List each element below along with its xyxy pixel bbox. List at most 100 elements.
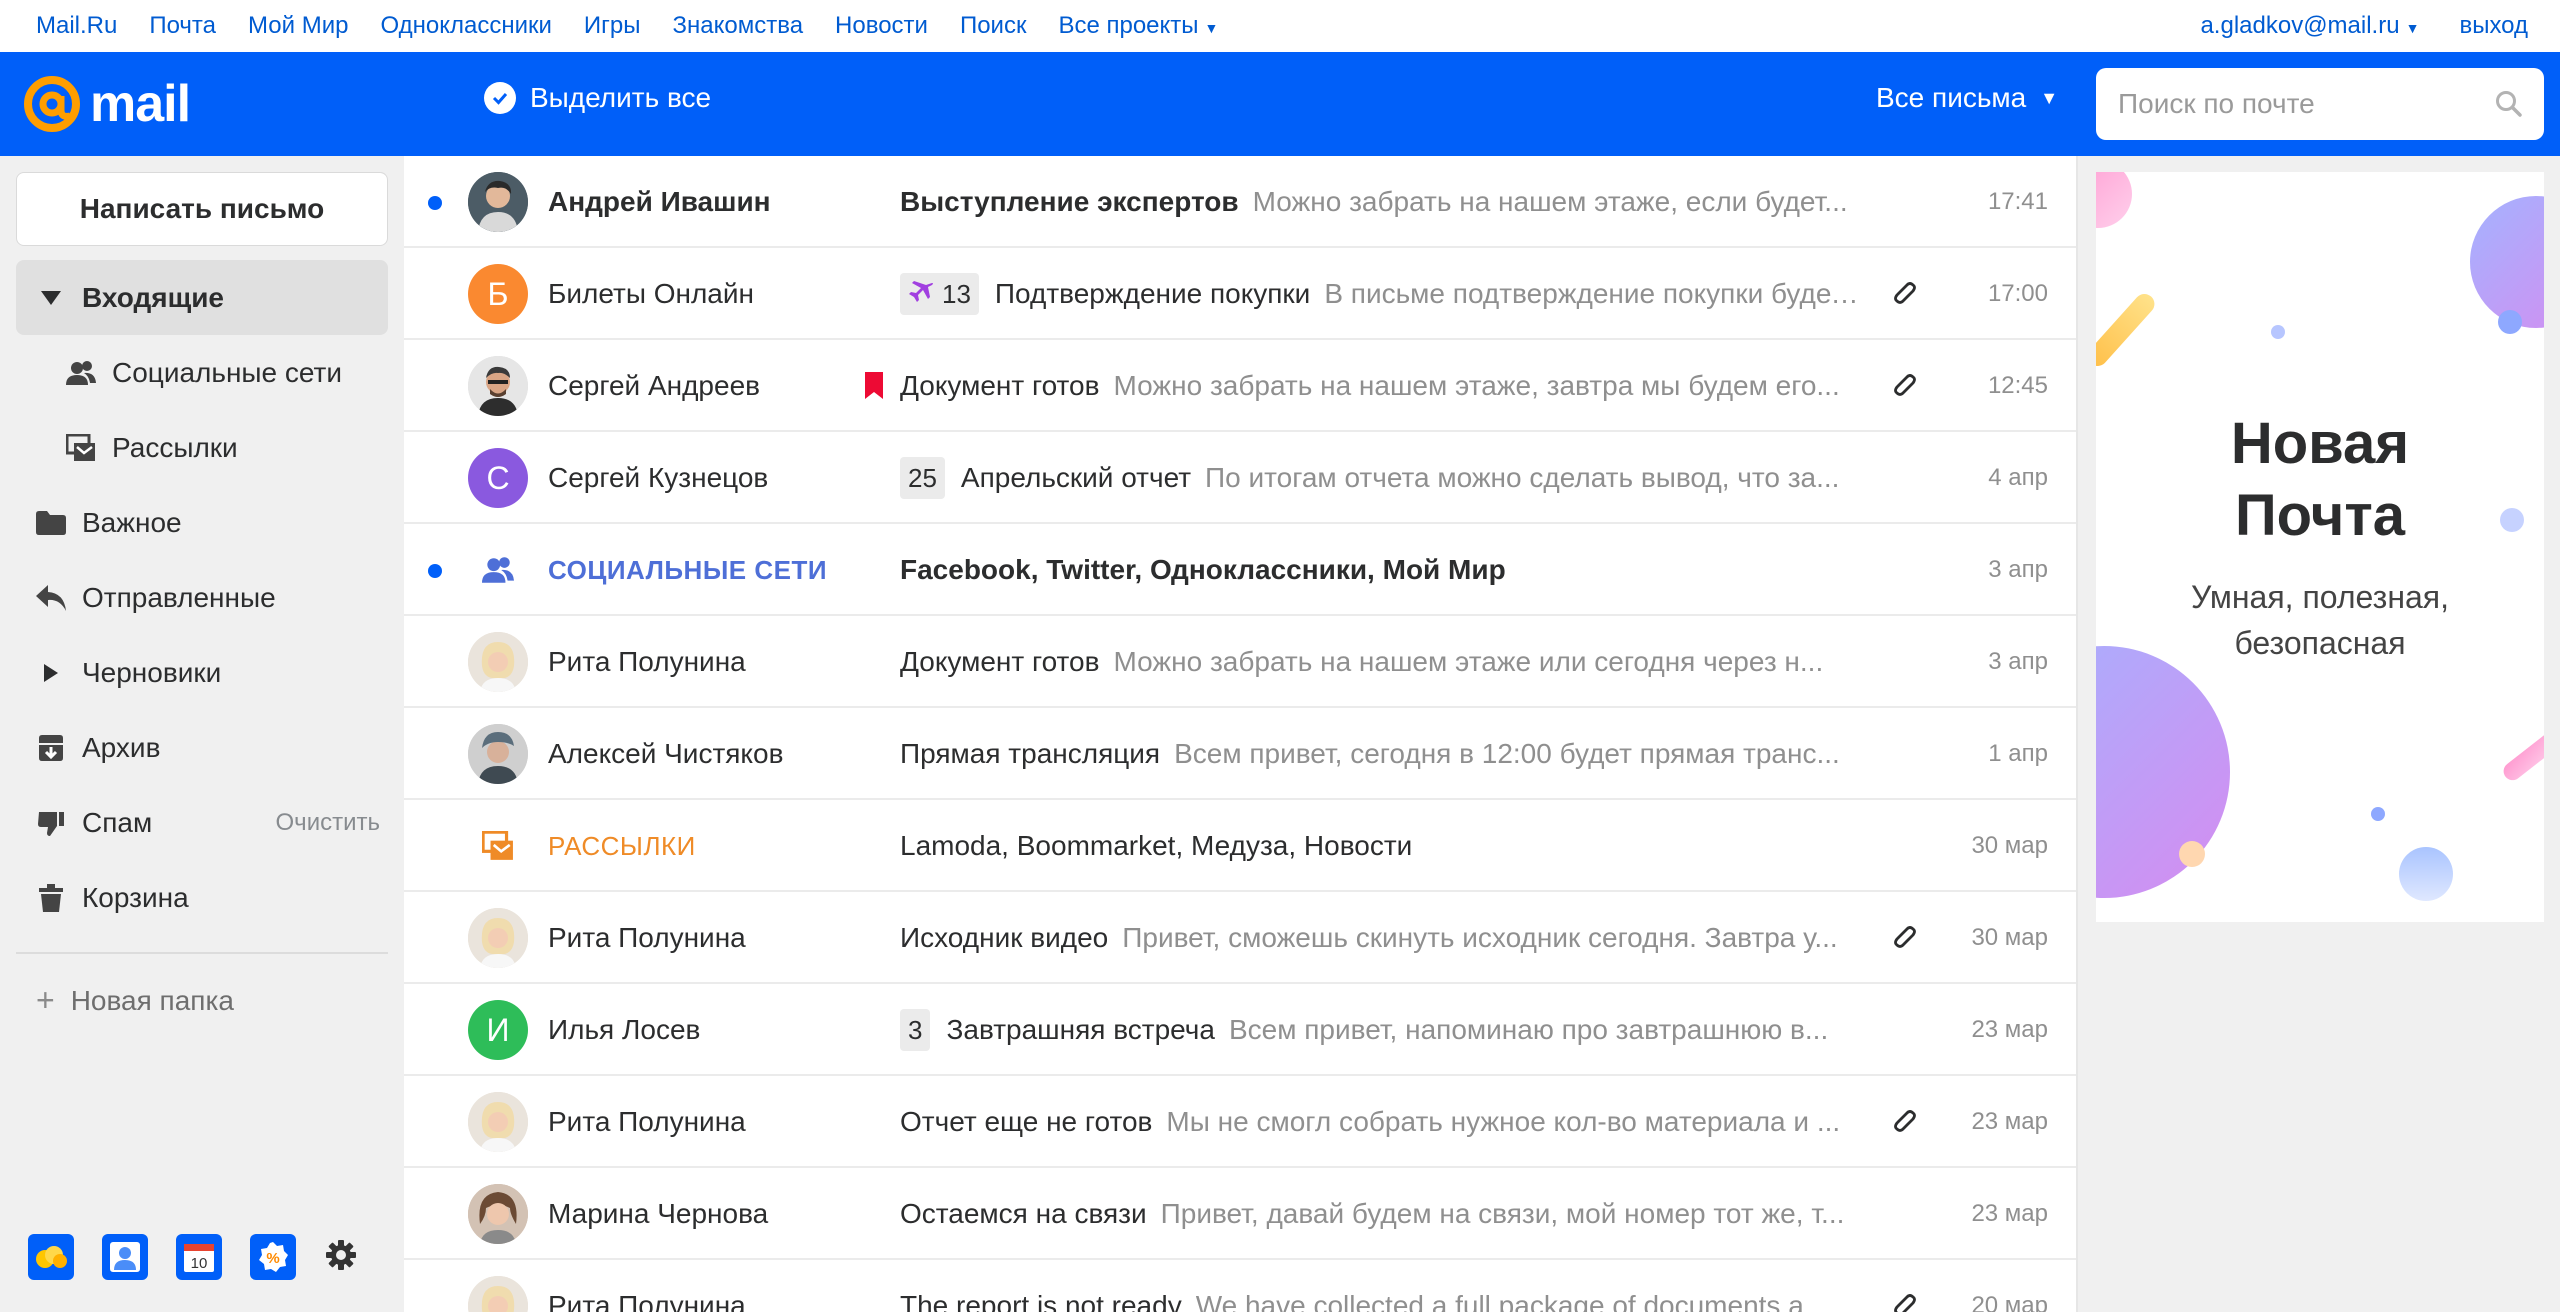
portal-link-ok[interactable]: Одноклассники: [380, 12, 551, 40]
portal-user-area: a.gladkov@mail.ru ▼ выход: [2160, 12, 2560, 40]
portal-link-mailru[interactable]: Mail.Ru: [36, 12, 117, 40]
message-content: The report is not ready We have collecte…: [900, 1260, 1860, 1312]
folder-inbox[interactable]: Входящие: [16, 260, 388, 335]
portal-link-all-projects[interactable]: Все проекты ▼: [1058, 12, 1218, 40]
message-subject: Отчет еще не готов: [900, 1106, 1153, 1137]
message-time: 30 мар: [1971, 924, 2048, 951]
message-row[interactable]: Марина Чернова Остаемся на связи Привет,…: [404, 1168, 2076, 1260]
message-content: Отчет еще не готов Мы не смогл собрать н…: [900, 1076, 1860, 1168]
message-time: 23 мар: [1971, 1200, 2048, 1227]
search-box: [2096, 68, 2544, 140]
social-group-icon: [468, 540, 528, 600]
bookmark-flag-icon[interactable]: [864, 372, 884, 400]
contacts-app-icon[interactable]: [102, 1234, 148, 1280]
sender-name: Сергей Андреев: [548, 370, 761, 401]
message-snippet: Можно забрать на нашем этаже, завтра мы …: [1113, 370, 1840, 401]
sidebar-divider: [16, 952, 388, 954]
avatar: И: [468, 1000, 528, 1060]
message-row[interactable]: Рита Полунина The report is not ready We…: [404, 1260, 2076, 1312]
portal-link-pochta[interactable]: Почта: [149, 12, 216, 40]
unread-dot[interactable]: [428, 564, 442, 578]
user-menu[interactable]: a.gladkov@mail.ru ▼: [2200, 12, 2419, 40]
triangle-down-icon: ▼: [2040, 87, 2059, 108]
paperclip-icon[interactable]: [1888, 1106, 1920, 1138]
sender-name: Рита Полунина: [548, 922, 746, 953]
message-content: Выступление экспертов Можно забрать на н…: [900, 156, 1860, 248]
message-snippet: По итогам отчета можно сделать вывод, чт…: [1205, 462, 1840, 493]
message-row[interactable]: Андрей Ивашин Выступление экспертов Можн…: [404, 156, 2076, 248]
compose-button[interactable]: Написать письмо: [16, 172, 388, 246]
sender-name: Сергей Кузнецов: [548, 462, 769, 493]
search-icon[interactable]: [2494, 89, 2524, 119]
settings-gear-icon[interactable]: [324, 1238, 358, 1277]
logout-link[interactable]: выход: [2459, 12, 2528, 40]
folder-label: Спам: [82, 806, 153, 838]
folder-social[interactable]: Социальные сети: [0, 335, 404, 410]
sender-name: Алексей Чистяков: [548, 738, 784, 769]
message-content: Документ готов Можно забрать на нашем эт…: [900, 340, 1860, 432]
message-subject: Facebook, Twitter, Одноклассники, Мой Ми…: [900, 554, 1506, 585]
portal-link-games[interactable]: Игры: [584, 12, 641, 40]
message-snippet: Мы не смогл собрать нужное кол-во матери…: [1166, 1106, 1841, 1137]
caret-down-icon: ▼: [1204, 20, 1219, 36]
plus-icon: +: [36, 982, 55, 1018]
message-content: Остаемся на связи Привет, давай будем на…: [900, 1168, 1860, 1260]
message-subject: Документ готов: [900, 646, 1100, 677]
message-time: 3 апр: [1988, 556, 2048, 583]
folder-archive[interactable]: Архив: [0, 710, 404, 785]
paperclip-icon[interactable]: [1888, 370, 1920, 402]
message-time: 4 апр: [1988, 464, 2048, 491]
message-row-social-group[interactable]: СОЦИАЛЬНЫЕ СЕТИ Facebook, Twitter, Однок…: [404, 524, 2076, 616]
message-row[interactable]: Алексей Чистяков Прямая трансляция Всем …: [404, 708, 2076, 800]
message-snippet: Можно забрать на нашем этаже или сегодня…: [1113, 646, 1824, 677]
filter-dropdown[interactable]: Все письма ▼: [1876, 82, 2058, 114]
folder-newsletters[interactable]: Рассылки: [0, 410, 404, 485]
sender-name: СОЦИАЛЬНЫЕ СЕТИ: [548, 555, 828, 585]
message-row[interactable]: И Илья Лосев 3 Завтрашняя встреча Всем п…: [404, 984, 2076, 1076]
message-content: Прямая трансляция Всем привет, сегодня в…: [900, 708, 1860, 800]
message-content: Facebook, Twitter, Одноклассники, Мой Ми…: [900, 524, 1860, 616]
sidebar-app-icons: 10 %: [28, 1234, 358, 1280]
thread-count-badge: 3: [900, 1009, 931, 1051]
newsletter-icon: [66, 433, 96, 463]
sender-name: Андрей Ивашин: [548, 186, 771, 217]
message-row[interactable]: С Сергей Кузнецов 25 Апрельский отчет По…: [404, 432, 2076, 524]
ad-banner[interactable]: Новая Почта Умная, полезная, безопасная: [2096, 172, 2544, 922]
folder-spam[interactable]: Спам Очистить: [0, 785, 404, 860]
paperclip-icon[interactable]: [1888, 278, 1920, 310]
select-all-button[interactable]: Выделить все: [484, 82, 711, 114]
message-row[interactable]: Б Билеты Онлайн 13 Подтверждение покупки…: [404, 248, 2076, 340]
message-row[interactable]: Рита Полунина Документ готов Можно забра…: [404, 616, 2076, 708]
portal-link-dating[interactable]: Знакомства: [673, 12, 804, 40]
message-row[interactable]: Сергей Андреев Документ готов Можно забр…: [404, 340, 2076, 432]
message-time: 12:45: [1987, 372, 2048, 399]
unread-dot[interactable]: [428, 196, 442, 210]
message-row[interactable]: Рита Полунина Отчет еще не готов Мы не с…: [404, 1076, 2076, 1168]
triangle-down-icon: [36, 283, 66, 313]
new-folder-button[interactable]: + Новая папка: [36, 982, 234, 1019]
discount-app-icon[interactable]: %: [250, 1234, 296, 1280]
paperclip-icon[interactable]: [1888, 1290, 1920, 1312]
folder-drafts[interactable]: Черновики: [0, 635, 404, 710]
avatar: [468, 172, 528, 232]
search-input[interactable]: [2118, 88, 2494, 120]
message-time: 23 мар: [1971, 1108, 2048, 1135]
paperclip-icon[interactable]: [1888, 922, 1920, 954]
message-time: 17:00: [1987, 280, 2048, 307]
folder-trash[interactable]: Корзина: [0, 860, 404, 935]
portal-link-news[interactable]: Новости: [835, 12, 928, 40]
folder-sent[interactable]: Отправленные: [0, 560, 404, 635]
sender-name: Билеты Онлайн: [548, 278, 754, 309]
message-row[interactable]: Рита Полунина Исходник видео Привет, смо…: [404, 892, 2076, 984]
cloud-app-icon[interactable]: [28, 1234, 74, 1280]
message-subject: The report is not ready: [900, 1290, 1182, 1312]
spam-clear-button[interactable]: Очистить: [276, 809, 380, 837]
mail-logo[interactable]: mail: [20, 72, 191, 136]
ad-column: Новая Почта Умная, полезная, безопасная: [2078, 156, 2560, 1312]
portal-link-moymir[interactable]: Мой Мир: [248, 12, 348, 40]
message-snippet: We have collected a full package of docu…: [1195, 1290, 1828, 1312]
message-row-newsletter-group[interactable]: РАССЫЛКИ Lamoda, Boommarket, Медуза, Нов…: [404, 800, 2076, 892]
folder-important[interactable]: Важное: [0, 485, 404, 560]
portal-link-search[interactable]: Поиск: [960, 12, 1027, 40]
calendar-app-icon[interactable]: 10: [176, 1234, 222, 1280]
